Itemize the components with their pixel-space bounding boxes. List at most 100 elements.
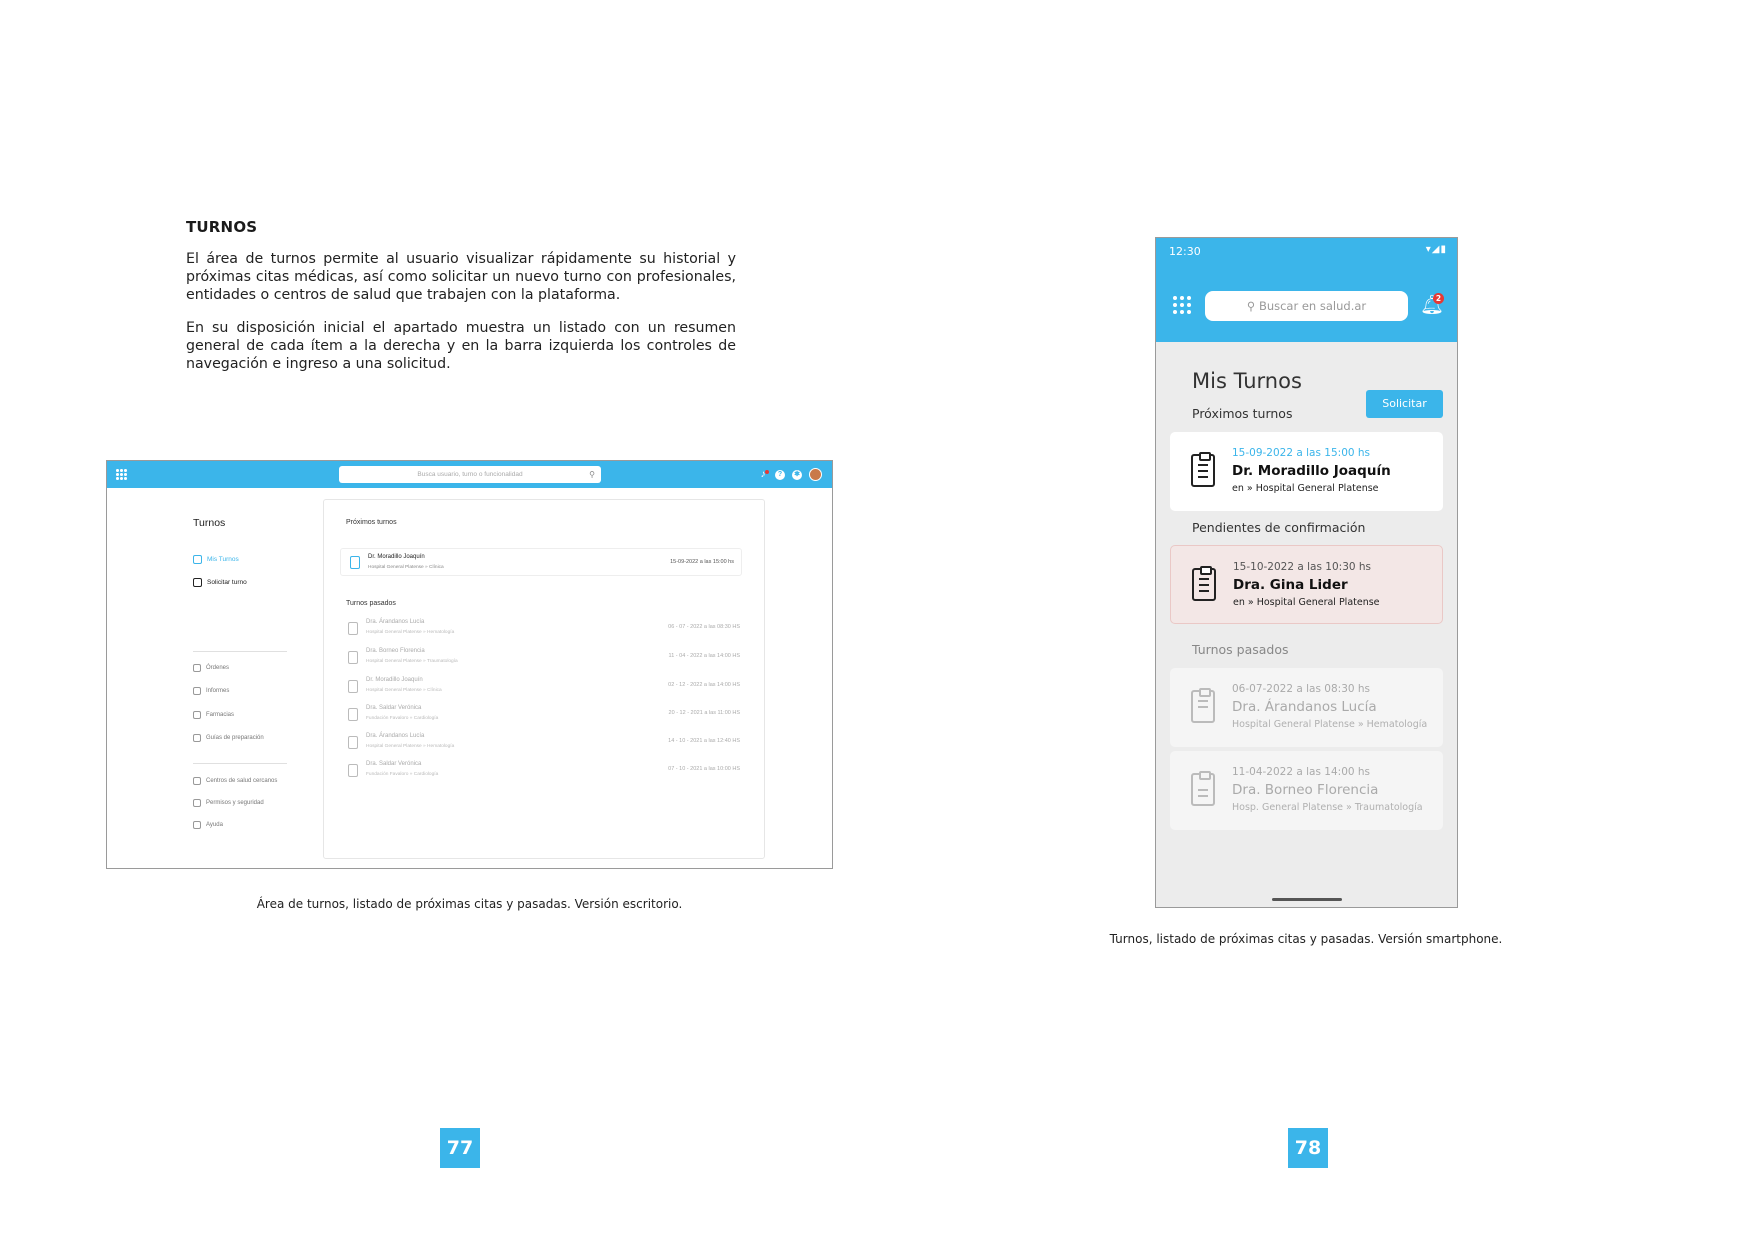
- solicitar-button[interactable]: Solicitar: [1366, 390, 1443, 418]
- apps-grid-icon[interactable]: [116, 469, 127, 480]
- appointment-doctor: Dra. Saldar Verónica: [366, 761, 422, 767]
- signal-battery-icon: ▾◢▮: [1425, 244, 1447, 255]
- appointment-doctor: Dra. Borneo Florencia: [1232, 782, 1379, 798]
- heart-icon: [348, 708, 358, 721]
- bell-icon[interactable]: ♪: [758, 469, 769, 480]
- appointment-doctor: Dra. Árandanos Lucía: [366, 619, 425, 625]
- orders-icon: [193, 664, 201, 672]
- notification-badge: 2: [1433, 293, 1444, 304]
- sidebar-item-guias[interactable]: Guías de preparación: [193, 734, 264, 742]
- appointment-place: Hospital General Platense » Hematología: [366, 744, 455, 749]
- help-icon[interactable]: ?: [775, 469, 785, 480]
- phone-header: ⚲ Buscar en salud.ar 🔔︎ 2: [1156, 264, 1457, 342]
- past-heading: Turnos pasados: [346, 600, 396, 607]
- search-icon: ⚲: [589, 470, 595, 479]
- desktop-header-icons: ♪ ? ✱: [758, 466, 822, 483]
- appointment-doctor: Dra. Árandanos Lucía: [366, 733, 425, 739]
- appointment-date: 15-09-2022 a las 15:00 hs: [670, 559, 734, 565]
- status-bar: 12:30 ▾◢▮: [1156, 238, 1457, 264]
- sidebar-item-label: Órdenes: [206, 665, 230, 671]
- blood-test-icon: [1191, 688, 1215, 723]
- upcoming-heading: Próximos turnos: [1192, 406, 1293, 421]
- appointment-doctor: Dr. Moradillo Joaquín: [1232, 463, 1391, 479]
- appointment-doctor: Dra. Gina Lider: [1233, 577, 1348, 593]
- sidebar-item-label: Ayuda: [206, 822, 223, 828]
- pharmacy-icon: [193, 711, 201, 719]
- sidebar-item-ayuda[interactable]: Ayuda: [193, 821, 223, 829]
- appointment-date: 11-04-2022 a las 14:00 hs: [1232, 766, 1371, 778]
- appointment-doctor: Dra. Saldar Verónica: [366, 705, 422, 711]
- appointment-place: Hospital General Platense » Clínica: [368, 565, 444, 570]
- sidebar-divider: [193, 763, 287, 764]
- sidebar-item-informes[interactable]: Informes: [193, 687, 229, 695]
- reports-icon: [193, 687, 201, 695]
- past-appointment-card[interactable]: 11-04-2022 a las 14:00 hs Dra. Borneo Fl…: [1170, 751, 1443, 830]
- past-heading: Turnos pasados: [1192, 642, 1289, 657]
- caption-desktop: Área de turnos, listado de próximas cita…: [256, 897, 683, 911]
- upcoming-heading: Próximos turnos: [346, 519, 397, 526]
- desktop-search-placeholder: Busca usuario, turno o funcionalidad: [417, 471, 523, 478]
- sidebar-item-label: Permisos y seguridad: [206, 800, 264, 806]
- appointment-doctor: Dra. Borneo Florencia: [366, 648, 425, 654]
- sidebar-item-solicitar-turno[interactable]: Solicitar turno: [193, 578, 247, 587]
- sidebar-item-ordenes[interactable]: Órdenes: [193, 664, 229, 672]
- smartphone-screenshot: 12:30 ▾◢▮ ⚲ Buscar en salud.ar 🔔︎ 2 Mis …: [1155, 237, 1458, 908]
- desktop-main-panel: Próximos turnos Dr. Moradillo Joaquín Ho…: [323, 499, 765, 859]
- sidebar-item-label: Mis Turnos: [207, 556, 239, 563]
- home-indicator[interactable]: [1272, 898, 1342, 901]
- appointment-place: Hospital General Platense » Hematología: [366, 630, 455, 635]
- page-number-right: 78: [1288, 1128, 1328, 1168]
- notifications-button[interactable]: 🔔︎ 2: [1420, 293, 1444, 317]
- sidebar-item-farmacias[interactable]: Farmacias: [193, 711, 234, 719]
- sidebar-item-permisos[interactable]: Permisos y seguridad: [193, 799, 264, 807]
- lock-icon: [193, 799, 201, 807]
- appointment-date: 14 - 10 - 2021 a las 12:40 HS: [668, 738, 740, 744]
- appointment-place: Hospital General Platense » Clínica: [366, 688, 442, 693]
- appointment-date: 20 - 12 - 2021 a las 11:00 HS: [668, 710, 740, 716]
- appointment-doctor: Dr. Moradillo Joaquín: [368, 554, 425, 560]
- pending-heading: Pendientes de confirmación: [1192, 520, 1366, 535]
- page-title: Mis Turnos: [1192, 369, 1302, 393]
- clipboard-icon: [1191, 452, 1215, 487]
- clipboard-icon: [350, 556, 360, 569]
- search-icon: ⚲: [1246, 299, 1259, 313]
- desktop-screenshot: Busca usuario, turno o funcionalidad ⚲ ♪…: [106, 460, 833, 869]
- blood-test-icon: [348, 622, 358, 635]
- appointment-doctor: Dr. Moradillo Joaquín: [366, 677, 423, 683]
- appointment-place: en » Hospital General Platense: [1232, 483, 1379, 494]
- sidebar-item-label: Solicitar turno: [207, 579, 247, 586]
- calendar-icon: [193, 555, 202, 564]
- avatar[interactable]: [809, 468, 822, 481]
- phone-search-placeholder: Buscar en salud.ar: [1258, 299, 1367, 313]
- phone-search-input[interactable]: ⚲ Buscar en salud.ar: [1205, 291, 1408, 321]
- appointment-date: 15-10-2022 a las 10:30 hs: [1233, 561, 1372, 573]
- stethoscope-icon: [348, 736, 358, 749]
- page-number-left: 77: [440, 1128, 480, 1168]
- sidebar-item-label: Guías de preparación: [206, 735, 264, 741]
- status-time: 12:30: [1169, 245, 1201, 258]
- desktop-search-input[interactable]: Busca usuario, turno o funcionalidad ⚲: [339, 466, 601, 483]
- appointment-date: 15-09-2022 a las 15:00 hs: [1232, 447, 1371, 459]
- sidebar-item-label: Farmacias: [206, 712, 235, 718]
- clipboard-icon: [1192, 566, 1216, 601]
- location-icon: [193, 777, 201, 785]
- apps-grid-icon[interactable]: [1173, 296, 1191, 314]
- appointment-place: Fundación Favaloro » Cardiología: [366, 772, 439, 777]
- pending-appointment-card[interactable]: 15-10-2022 a las 10:30 hs Dra. Gina Lide…: [1170, 545, 1443, 624]
- appointment-date: 06 - 07 - 2022 a las 08:30 HS: [668, 624, 740, 630]
- sidebar-item-label: Informes: [206, 688, 230, 694]
- sidebar-divider: [193, 651, 287, 652]
- sidebar-item-mis-turnos[interactable]: Mis Turnos: [193, 555, 239, 564]
- calendar-plus-icon: [193, 578, 202, 587]
- upcoming-appointment-card[interactable]: Dr. Moradillo Joaquín Hospital General P…: [340, 548, 742, 576]
- clipboard-icon: [348, 680, 358, 693]
- prescription-icon: [1191, 771, 1215, 806]
- sidebar-item-centros[interactable]: Centros de salud cercanos: [193, 777, 277, 785]
- gear-icon[interactable]: ✱: [792, 469, 802, 480]
- guide-icon: [193, 734, 201, 742]
- paragraph-intro: El área de turnos permite al usuario vis…: [186, 251, 736, 303]
- upcoming-appointment-card[interactable]: 15-09-2022 a las 15:00 hs Dr. Moradillo …: [1170, 432, 1443, 511]
- past-appointment-card[interactable]: 06-07-2022 a las 08:30 hs Dra. Árandanos…: [1170, 668, 1443, 747]
- appointment-place: Hospital General Platense » Hematología: [1232, 719, 1428, 730]
- paragraph-layout: En su disposición inicial el apartado mu…: [186, 320, 736, 372]
